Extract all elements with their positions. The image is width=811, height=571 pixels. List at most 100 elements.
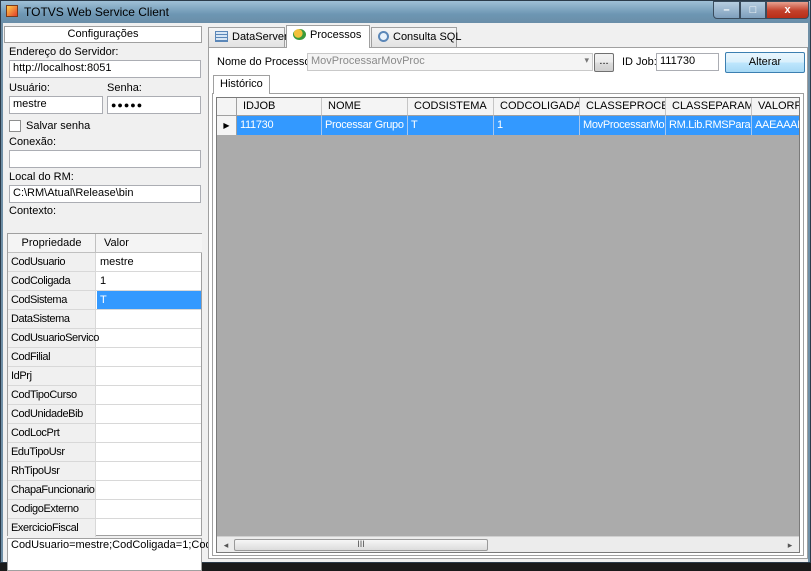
context-row[interactable]: CodTipoCurso [8, 386, 201, 405]
row-marker-icon[interactable]: ▶ [217, 116, 237, 135]
property-column-header[interactable]: Propriedade [8, 234, 96, 253]
save-password-checkbox[interactable] [9, 120, 21, 132]
value-cell[interactable] [97, 443, 201, 461]
value-cell[interactable] [97, 500, 201, 518]
property-cell: CodUnidadeBib [8, 405, 96, 423]
context-row[interactable]: CodColigada 1 [8, 272, 201, 291]
context-row[interactable]: RhTipoUsr [8, 462, 201, 481]
browse-button[interactable]: ... [594, 53, 614, 72]
context-string-box[interactable]: CodUsuario=mestre;CodColigada=1;CodSiste… [7, 538, 264, 571]
table-row[interactable]: ▶ 111730 Processar Grupo ... T 1 MovProc… [217, 116, 799, 135]
tab-processos[interactable]: Processos [286, 25, 370, 48]
value-cell[interactable] [97, 519, 201, 537]
value-cell[interactable] [97, 481, 201, 499]
value-cell[interactable] [97, 329, 201, 347]
process-name-combo[interactable]: MovProcessarMovProc ▾ [307, 53, 593, 71]
maximize-button[interactable]: □ [740, 1, 766, 19]
value-cell[interactable] [97, 462, 201, 480]
context-row[interactable]: CodUsuario mestre [8, 253, 201, 272]
title-bar: TOTVS Web Service Client – □ x [1, 1, 810, 23]
main-tabs: DataServer Processos Consulta SQL [208, 25, 808, 48]
value-cell[interactable]: 1 [97, 272, 201, 290]
column-header[interactable]: IDJOB [237, 98, 322, 116]
context-grid[interactable]: Propriedade Valor CodUsuario mestre CodCo… [7, 233, 202, 538]
tab-consulta-sql[interactable]: Consulta SQL [371, 27, 461, 47]
table-cell[interactable]: Processar Grupo ... [322, 116, 408, 135]
connection-label: Conexão: [9, 136, 57, 148]
column-header[interactable]: CODSISTEMA [408, 98, 494, 116]
property-cell: CodUsuario [8, 253, 96, 271]
value-cell[interactable] [97, 424, 201, 442]
value-cell[interactable] [97, 386, 201, 404]
context-row[interactable]: IdPrj [8, 367, 201, 386]
property-cell: RhTipoUsr [8, 462, 96, 480]
table-cell[interactable]: 1 [494, 116, 580, 135]
tab-dataserver[interactable]: DataServer [208, 27, 288, 47]
minimize-button[interactable]: – [713, 1, 740, 19]
alterar-button[interactable]: Alterar [725, 52, 805, 73]
server-field[interactable]: http://localhost:8051 [9, 60, 201, 78]
column-header[interactable]: NOME [322, 98, 408, 116]
tab-label: DataServer [232, 31, 288, 43]
app-window: TOTVS Web Service Client – □ x Configura… [0, 0, 811, 571]
magnifier-icon [378, 31, 389, 42]
table-cell[interactable]: RM.Lib.RMSPara... [666, 116, 752, 135]
scroll-right-icon[interactable]: ▸ [783, 538, 797, 552]
user-field[interactable]: mestre [9, 96, 103, 114]
connection-field[interactable] [9, 150, 201, 168]
property-cell: CodUsuarioServico [8, 329, 99, 347]
context-row[interactable]: CodLocPrt [8, 424, 201, 443]
context-row[interactable]: CodUnidadeBib [8, 405, 201, 424]
password-field[interactable]: ●●●●● [107, 96, 201, 114]
column-header[interactable]: CLASSEPROCESS [580, 98, 666, 116]
value-cell[interactable]: mestre [97, 253, 201, 271]
context-row-selected[interactable]: CodSistema T [8, 291, 201, 310]
tab-historico[interactable]: Histórico [213, 75, 270, 94]
chevron-down-icon[interactable]: ▾ [584, 55, 589, 66]
horizontal-scrollbar[interactable]: ◂ III ▸ [217, 536, 799, 552]
table-cell[interactable]: T [408, 116, 494, 135]
column-header[interactable]: CODCOLIGADA [494, 98, 580, 116]
process-name-value: MovProcessarMovProc [311, 55, 425, 67]
property-cell: ExercicioFiscal [8, 519, 96, 537]
scroll-left-icon[interactable]: ◂ [219, 538, 233, 552]
process-name-label: Nome do Processo: [217, 56, 314, 68]
context-row[interactable]: CodigoExterno [8, 500, 201, 519]
historico-panel: IDJOB NOME CODSISTEMA CODCOLIGADA CLASSE… [212, 93, 804, 556]
table-cell[interactable]: AAEAAAD [752, 116, 799, 135]
value-cell[interactable] [97, 405, 201, 423]
context-row[interactable]: CodUsuarioServico [8, 329, 201, 348]
idjob-label: ID Job: [622, 56, 657, 68]
table-cell[interactable]: 111730 [237, 116, 322, 135]
table-cell[interactable]: MovProcessarMo... [580, 116, 666, 135]
value-column-header[interactable]: Valor [96, 234, 202, 253]
save-password-label: Salvar senha [26, 120, 91, 132]
property-cell: CodTipoCurso [8, 386, 96, 404]
value-cell[interactable] [97, 310, 201, 328]
context-row[interactable]: DataSistema [8, 310, 201, 329]
grid-corner [217, 98, 237, 116]
column-header[interactable]: VALORPA [752, 98, 799, 116]
rm-path-field[interactable]: C:\RM\Atual\Release\bin [9, 185, 201, 203]
processos-panel: Nome do Processo: MovProcessarMovProc ▾ … [208, 47, 808, 559]
idjob-field[interactable]: 111730 [656, 53, 719, 71]
context-row[interactable]: ExercicioFiscal [8, 519, 201, 538]
close-button[interactable]: x [766, 1, 809, 19]
gears-icon [293, 29, 306, 40]
tab-label: Processos [310, 29, 362, 41]
dataserver-icon [215, 31, 228, 42]
server-label: Endereço do Servidor: [9, 46, 119, 58]
jobs-grid[interactable]: IDJOB NOME CODSISTEMA CODCOLIGADA CLASSE… [216, 97, 800, 553]
value-cell[interactable] [97, 367, 201, 385]
config-header: Configurações [4, 26, 202, 43]
property-cell: CodSistema [8, 291, 96, 309]
context-row[interactable]: CodFilial [8, 348, 201, 367]
value-cell[interactable] [97, 348, 201, 366]
scrollbar-thumb[interactable]: III [234, 539, 488, 551]
column-header[interactable]: CLASSEPARAMET [666, 98, 752, 116]
value-cell[interactable]: T [97, 291, 201, 309]
property-cell: CodColigada [8, 272, 96, 290]
context-row[interactable]: ChapaFuncionario [8, 481, 201, 500]
context-label: Contexto: [9, 205, 57, 217]
context-row[interactable]: EduTipoUsr [8, 443, 201, 462]
